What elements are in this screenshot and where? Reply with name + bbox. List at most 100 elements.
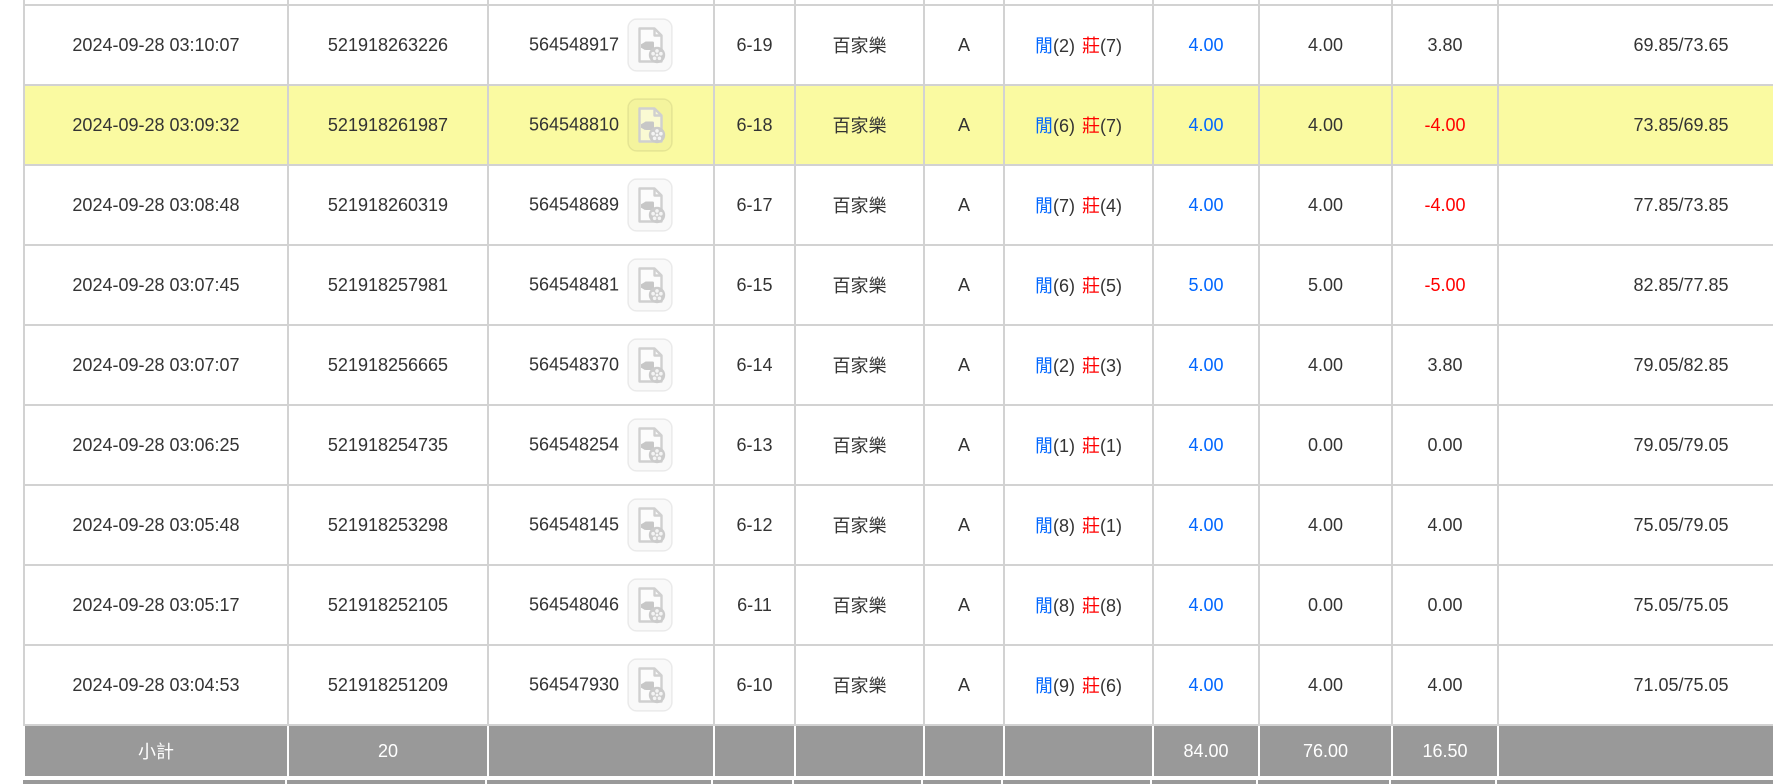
player-label: 閒 [1035, 356, 1053, 376]
video-file-icon [627, 498, 673, 552]
banker-score: (7) [1100, 116, 1122, 136]
cell-game-type: 百家樂 [795, 645, 925, 726]
cell-bet-amount[interactable]: 4.00 [1153, 85, 1260, 166]
video-file-icon [627, 338, 673, 392]
cell-game-type: 百家樂 [795, 245, 925, 326]
game-id-text: 564548917 [528, 34, 620, 55]
video-replay-button[interactable] [627, 18, 673, 72]
cell-table-code: A [924, 565, 1005, 646]
cell-bet-id: 521918260319 [288, 165, 489, 246]
cell-balance: 75.05/79.05 [1498, 485, 1773, 566]
cell-game-id: 564548254 [488, 405, 715, 486]
table-row[interactable]: 2024-09-28 03:10:07 521918263226 5645489… [23, 5, 1773, 86]
table-row[interactable]: 2024-09-28 03:06:25 521918254735 5645482… [23, 405, 1773, 486]
player-score: (2) [1053, 36, 1075, 56]
cell-bet-id: 521918253298 [288, 485, 489, 566]
subtotal-empty-cell [488, 725, 715, 776]
cell-valid-amount: 0.00 [1259, 565, 1393, 646]
bet-history-page: { "colors": { "accent_blue": "#0066ff", … [0, 0, 1773, 784]
video-replay-button[interactable] [627, 498, 673, 552]
cell-result: 閒(9) 莊(6) [1004, 645, 1154, 726]
player-score: (1) [1053, 436, 1075, 456]
cell-round: 6-10 [714, 645, 796, 726]
column-separator [1256, 780, 1258, 784]
column-separator [1389, 780, 1391, 784]
cell-win-loss: 0.00 [1392, 565, 1499, 646]
banker-label: 莊 [1082, 36, 1100, 56]
cell-bet-time: 2024-09-28 03:09:32 [23, 85, 289, 166]
cell-table-code: A [924, 85, 1005, 166]
cell-game-type: 百家樂 [795, 405, 925, 486]
banker-score: (6) [1100, 676, 1122, 696]
banker-label: 莊 [1082, 676, 1100, 696]
cell-round: 6-15 [714, 245, 796, 326]
video-replay-button[interactable] [627, 418, 673, 472]
cell-result: 閒(1) 莊(1) [1004, 405, 1154, 486]
cell-valid-amount: 0.00 [1259, 405, 1393, 486]
cell-valid-amount: 4.00 [1259, 165, 1393, 246]
game-id-text: 564547930 [528, 674, 620, 695]
cell-round: 6-14 [714, 325, 796, 406]
subtotal-empty-cell [1498, 725, 1773, 776]
cell-bet-amount[interactable]: 4.00 [1153, 5, 1260, 86]
cell-bet-time: 2024-09-28 03:07:45 [23, 245, 289, 326]
video-file-icon [627, 658, 673, 712]
cell-table-code: A [924, 245, 1005, 326]
cell-game-id: 564548046 [488, 565, 715, 646]
video-replay-button[interactable] [627, 658, 673, 712]
cell-win-loss: 0.00 [1392, 405, 1499, 486]
cell-bet-id: 521918254735 [288, 405, 489, 486]
cell-win-loss: -4.00 [1392, 85, 1499, 166]
cell-valid-amount: 5.00 [1259, 245, 1393, 326]
player-score: (9) [1053, 676, 1075, 696]
cell-round: 6-12 [714, 485, 796, 566]
cell-game-type: 百家樂 [795, 5, 925, 86]
column-separator [285, 780, 287, 784]
table-row[interactable]: 2024-09-28 03:08:48 521918260319 5645486… [23, 165, 1773, 246]
cell-table-code: A [924, 165, 1005, 246]
player-score: (8) [1053, 596, 1075, 616]
cell-balance: 79.05/82.85 [1498, 325, 1773, 406]
banker-score: (1) [1100, 516, 1122, 536]
banker-label: 莊 [1082, 276, 1100, 296]
column-separator [1150, 780, 1152, 784]
table-row[interactable]: 2024-09-28 03:05:17 521918252105 5645480… [23, 565, 1773, 646]
video-replay-button[interactable] [627, 338, 673, 392]
cell-bet-amount[interactable]: 4.00 [1153, 165, 1260, 246]
cell-bet-amount[interactable]: 4.00 [1153, 645, 1260, 726]
cell-bet-amount[interactable]: 5.00 [1153, 245, 1260, 326]
player-label: 閒 [1035, 516, 1053, 536]
video-replay-button[interactable] [627, 258, 673, 312]
cell-bet-amount[interactable]: 4.00 [1153, 405, 1260, 486]
cell-bet-amount[interactable]: 4.00 [1153, 325, 1260, 406]
cell-game-type: 百家樂 [795, 85, 925, 166]
video-replay-button[interactable] [627, 98, 673, 152]
cell-game-id: 564548145 [488, 485, 715, 566]
cell-balance: 77.85/73.85 [1498, 165, 1773, 246]
column-separator [711, 780, 713, 784]
cell-win-loss: 4.00 [1392, 645, 1499, 726]
table-row[interactable]: 2024-09-28 03:07:45 521918257981 5645484… [23, 245, 1773, 326]
video-replay-button[interactable] [627, 178, 673, 232]
next-row-sliver [23, 780, 1773, 784]
cell-game-id: 564548810 [488, 85, 715, 166]
cell-game-type: 百家樂 [795, 165, 925, 246]
cell-bet-amount[interactable]: 4.00 [1153, 565, 1260, 646]
cell-result: 閒(6) 莊(5) [1004, 245, 1154, 326]
cell-bet-amount[interactable]: 4.00 [1153, 485, 1260, 566]
cell-win-loss: 4.00 [1392, 485, 1499, 566]
table-row[interactable]: 2024-09-28 03:05:48 521918253298 5645481… [23, 485, 1773, 566]
banker-label: 莊 [1082, 116, 1100, 136]
table-row[interactable]: 2024-09-28 03:04:53 521918251209 5645479… [23, 645, 1773, 726]
player-label: 閒 [1035, 676, 1053, 696]
table-row[interactable]: 2024-09-28 03:07:07 521918256665 5645483… [23, 325, 1773, 406]
cell-round: 6-19 [714, 5, 796, 86]
game-id-text: 564548810 [528, 114, 620, 135]
cell-valid-amount: 4.00 [1259, 85, 1393, 166]
video-replay-button[interactable] [627, 578, 673, 632]
subtotal-empty-cell [1004, 725, 1154, 776]
banker-label: 莊 [1082, 356, 1100, 376]
column-separator [792, 780, 794, 784]
video-file-icon [627, 98, 673, 152]
table-row[interactable]: 2024-09-28 03:09:32 521918261987 5645488… [23, 85, 1773, 166]
